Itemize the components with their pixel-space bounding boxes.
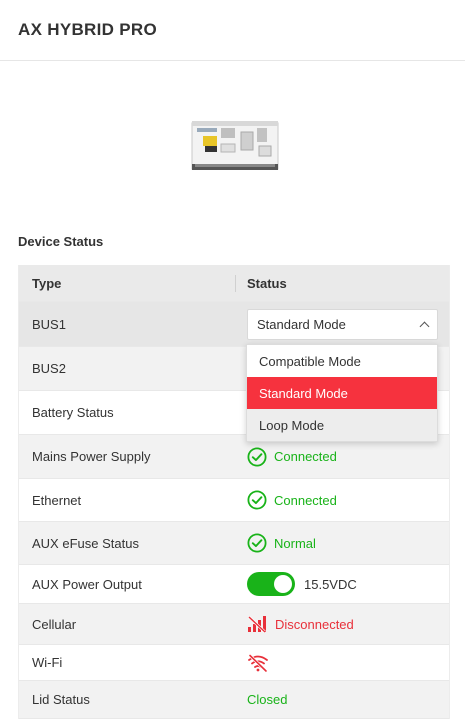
row-type-label: Cellular xyxy=(32,616,77,632)
status-text: Connected xyxy=(274,492,337,508)
column-divider xyxy=(235,275,236,292)
status-text: Normal xyxy=(274,535,316,551)
row-type-label: Battery Status xyxy=(32,405,114,420)
column-header-type: Type xyxy=(32,275,62,291)
aux-power-voltage: 15.5VDC xyxy=(304,576,357,592)
bus1-mode-dropdown: Compatible Mode Standard Mode Loop Mode xyxy=(246,344,438,442)
status-badge: Normal xyxy=(247,533,316,553)
status-text: Disconnected xyxy=(275,616,354,632)
page-header: AX HYBRID PRO xyxy=(0,0,465,61)
row-type-label: Ethernet xyxy=(32,492,82,508)
lid-status-text: Closed xyxy=(247,692,288,707)
status-badge: Disconnected xyxy=(247,615,354,633)
dropdown-option-loop[interactable]: Loop Mode xyxy=(247,409,437,441)
table-row-aux-efuse: AUX eFuse Status Normal xyxy=(19,522,449,565)
row-type-label: Wi-Fi xyxy=(32,655,63,670)
bus1-mode-select[interactable]: Standard Mode xyxy=(247,308,438,340)
row-type-label: Mains Power Supply xyxy=(32,449,151,464)
section-title: Device Status xyxy=(18,234,104,249)
row-type-label: BUS2 xyxy=(32,361,66,376)
row-type-label: Lid Status xyxy=(32,692,90,707)
check-circle-icon xyxy=(247,490,267,510)
device-status-table: Type Status BUS1 Standard Mode BUS2 Batt… xyxy=(18,265,450,719)
status-badge: Connected xyxy=(247,446,337,467)
toggle-knob xyxy=(274,575,292,593)
chevron-up-icon xyxy=(419,321,430,331)
row-type-label: AUX eFuse Status xyxy=(32,535,139,551)
column-header-status: Status xyxy=(247,275,287,291)
status-badge: Connected xyxy=(247,490,337,510)
aux-power-toggle[interactable] xyxy=(247,572,295,596)
check-circle-icon xyxy=(247,533,267,553)
device-image xyxy=(191,121,279,170)
page-title: AX HYBRID PRO xyxy=(18,20,157,39)
status-text: Connected xyxy=(274,449,337,464)
row-type-label: AUX Power Output xyxy=(32,576,142,592)
wifi-off-icon xyxy=(248,653,268,672)
signal-off-icon xyxy=(248,616,266,633)
table-row-aux-power: AUX Power Output 15.5VDC xyxy=(19,565,449,604)
table-row-bus1: BUS1 Standard Mode xyxy=(19,302,449,347)
table-row-cellular: Cellular Disconnected xyxy=(19,604,449,645)
check-circle-icon xyxy=(247,446,267,467)
table-row-ethernet: Ethernet Connected xyxy=(19,479,449,522)
dropdown-option-standard[interactable]: Standard Mode xyxy=(247,377,437,409)
table-row-wifi: Wi-Fi xyxy=(19,645,449,681)
dropdown-option-compatible[interactable]: Compatible Mode xyxy=(247,345,437,377)
table-header: Type Status xyxy=(19,265,449,302)
row-type-label: BUS1 xyxy=(32,316,66,332)
bus1-select-value: Standard Mode xyxy=(257,316,346,332)
table-row-lid: Lid Status Closed xyxy=(19,681,449,719)
